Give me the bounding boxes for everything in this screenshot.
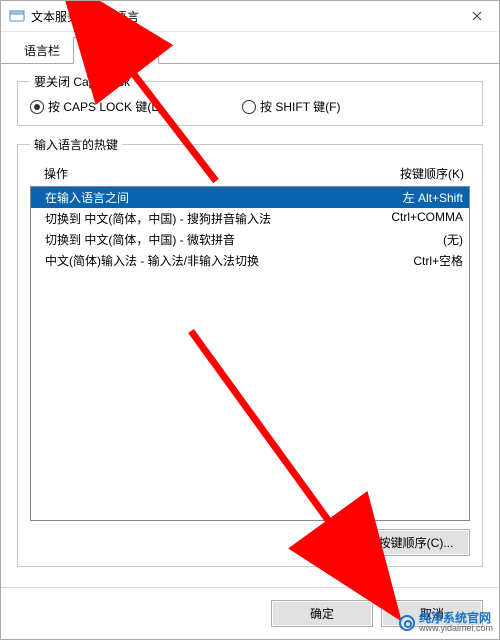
titlebar: 文本服务和输入语言 bbox=[1, 1, 499, 32]
row-keys: 左 Alt+Shift bbox=[403, 189, 463, 206]
row-action: 中文(简体)输入法 - 输入法/非输入法切换 bbox=[37, 252, 413, 269]
watermark: 纯净系统官网 www.yidaimei.com bbox=[399, 612, 493, 633]
app-icon bbox=[9, 8, 25, 24]
list-row[interactable]: 切换到 中文(简体，中国) - 微软拼音 (无) bbox=[31, 229, 469, 250]
tab-bar: 语言栏 高级键设置 bbox=[1, 32, 499, 64]
change-key-sequence-button[interactable]: 更改按键顺序(C)... bbox=[338, 529, 470, 556]
list-header: 操作 按键顺序(K) bbox=[30, 161, 470, 186]
list-row[interactable]: 切换到 中文(简体，中国) - 搜狗拼音输入法 Ctrl+COMMA bbox=[31, 208, 469, 229]
list-row[interactable]: 在输入语言之间 左 Alt+Shift bbox=[31, 187, 469, 208]
radio-label: 按 SHIFT 键(F) bbox=[260, 98, 340, 115]
tab-label: 语言栏 bbox=[24, 44, 60, 58]
tab-advanced-keys[interactable]: 高级键设置 bbox=[73, 37, 159, 64]
button-label: 确定 bbox=[310, 607, 334, 621]
button-label: 更改按键顺序(C)... bbox=[355, 536, 454, 550]
hotkey-legend: 输入语言的热键 bbox=[30, 136, 122, 153]
capslock-legend: 要关闭 Caps Lock bbox=[30, 73, 134, 90]
radio-capslock[interactable]: 按 CAPS LOCK 键(L) bbox=[30, 98, 162, 115]
row-action: 切换到 中文(简体，中国) - 微软拼音 bbox=[37, 231, 443, 248]
hotkey-group: 输入语言的热键 操作 按键顺序(K) 在输入语言之间 左 Alt+Shift 切… bbox=[17, 136, 483, 567]
row-action: 切换到 中文(简体，中国) - 搜狗拼音输入法 bbox=[37, 210, 391, 227]
radio-icon bbox=[30, 100, 44, 114]
list-row[interactable]: 中文(简体)输入法 - 输入法/非输入法切换 Ctrl+空格 bbox=[31, 250, 469, 271]
watermark-bottom: www.yidaimei.com bbox=[419, 624, 493, 633]
tab-label: 高级键设置 bbox=[86, 44, 146, 58]
window-title: 文本服务和输入语言 bbox=[31, 8, 455, 25]
hotkey-listbox[interactable]: 在输入语言之间 左 Alt+Shift 切换到 中文(简体，中国) - 搜狗拼音… bbox=[30, 186, 470, 521]
radio-label: 按 CAPS LOCK 键(L) bbox=[48, 98, 162, 115]
watermark-logo-icon bbox=[399, 615, 415, 631]
dialog-body: 要关闭 Caps Lock 按 CAPS LOCK 键(L) 按 SHIFT 键… bbox=[1, 63, 499, 587]
capslock-group: 要关闭 Caps Lock 按 CAPS LOCK 键(L) 按 SHIFT 键… bbox=[17, 73, 483, 126]
ok-button[interactable]: 确定 bbox=[271, 600, 373, 627]
change-button-row: 更改按键顺序(C)... bbox=[30, 529, 470, 556]
row-keys: (无) bbox=[443, 231, 463, 248]
col-action-header: 操作 bbox=[36, 165, 400, 182]
capslock-radio-row: 按 CAPS LOCK 键(L) 按 SHIFT 键(F) bbox=[30, 98, 470, 115]
close-button[interactable] bbox=[455, 1, 499, 31]
tab-language-bar[interactable]: 语言栏 bbox=[11, 37, 73, 64]
row-action: 在输入语言之间 bbox=[37, 189, 403, 206]
row-keys: Ctrl+空格 bbox=[413, 252, 463, 269]
row-keys: Ctrl+COMMA bbox=[391, 210, 463, 227]
dialog-window: 文本服务和输入语言 语言栏 高级键设置 要关闭 Caps Lock 按 CAPS… bbox=[0, 0, 500, 640]
watermark-text: 纯净系统官网 www.yidaimei.com bbox=[419, 612, 493, 633]
radio-icon bbox=[242, 100, 256, 114]
radio-shift[interactable]: 按 SHIFT 键(F) bbox=[242, 98, 340, 115]
col-keys-header: 按键顺序(K) bbox=[400, 165, 464, 182]
